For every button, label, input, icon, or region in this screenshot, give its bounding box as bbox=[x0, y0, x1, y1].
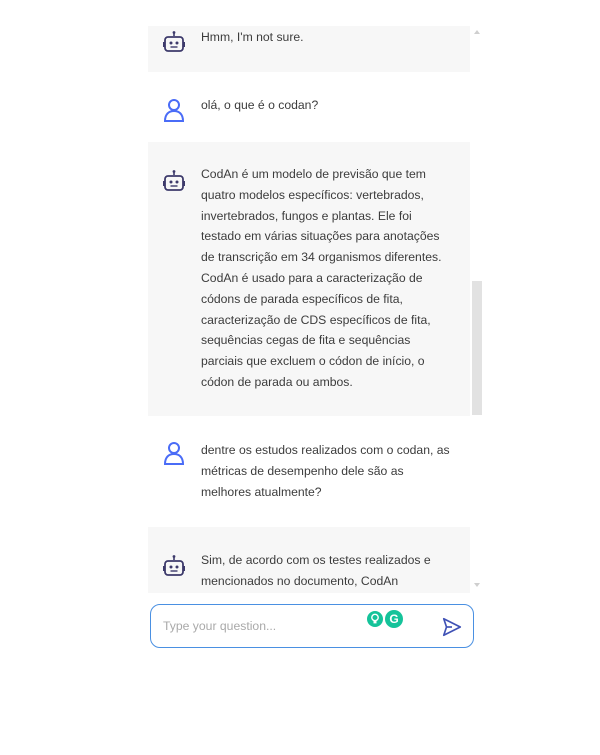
question-input-bar: G bbox=[150, 604, 474, 648]
user-icon bbox=[163, 442, 185, 465]
user-icon bbox=[163, 99, 185, 122]
robot-icon bbox=[163, 31, 185, 52]
message-text: Sim, de acordo com os testes realizados … bbox=[201, 553, 431, 588]
robot-icon bbox=[163, 555, 185, 576]
chat-messages-panel[interactable]: Hmm, I'm not sure. olá, o que é o codan? bbox=[148, 26, 484, 593]
message-text: Hmm, I'm not sure. bbox=[201, 30, 304, 44]
bot-message: Hmm, I'm not sure. bbox=[148, 26, 470, 72]
send-button[interactable] bbox=[441, 616, 463, 638]
scrollbar-thumb[interactable] bbox=[472, 281, 482, 415]
user-message: olá, o que é o codan? bbox=[148, 72, 470, 142]
robot-icon bbox=[163, 170, 185, 191]
chat-scrollbar[interactable] bbox=[470, 26, 484, 593]
scroll-up-arrow-icon[interactable] bbox=[474, 30, 480, 34]
lightbulb-glyph-icon bbox=[371, 613, 379, 624]
message-text: CodAn é um modelo de previsão que tem qu… bbox=[201, 167, 442, 389]
question-input[interactable] bbox=[163, 613, 363, 639]
user-message: dentre os estudos realizados com o codan… bbox=[148, 416, 470, 527]
chat-page: Hmm, I'm not sure. olá, o que é o codan? bbox=[0, 0, 600, 755]
grammarly-icon[interactable]: G bbox=[385, 610, 403, 628]
bot-message: Sim, de acordo com os testes realizados … bbox=[148, 527, 470, 593]
message-text: dentre os estudos realizados com o codan… bbox=[201, 443, 450, 499]
scroll-down-arrow-icon[interactable] bbox=[474, 583, 480, 587]
lightbulb-icon[interactable] bbox=[367, 611, 383, 627]
bot-message: CodAn é um modelo de previsão que tem qu… bbox=[148, 142, 470, 416]
message-text: olá, o que é o codan? bbox=[201, 98, 319, 112]
